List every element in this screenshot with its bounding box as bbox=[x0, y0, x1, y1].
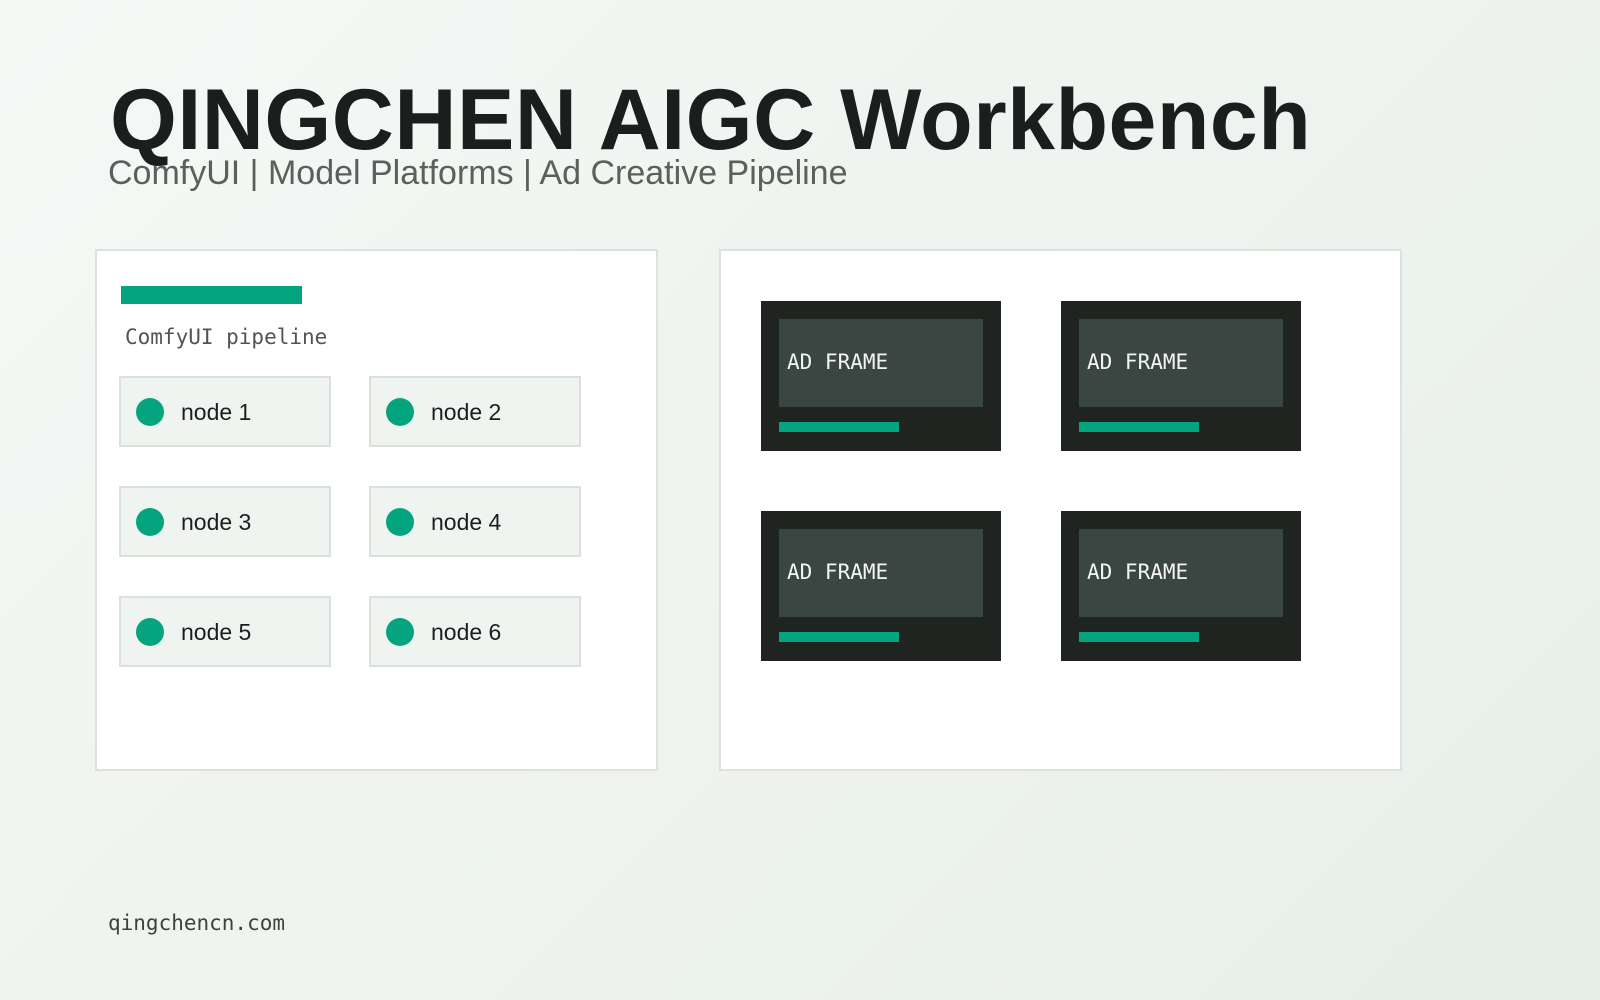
node-card-6[interactable]: node 6 bbox=[369, 596, 581, 667]
comfyui-pipeline-panel: ComfyUI pipeline node 1 node 2 node 3 no… bbox=[95, 249, 658, 771]
ad-frame-4[interactable]: AD FRAME bbox=[1061, 511, 1301, 661]
node-card-2[interactable]: node 2 bbox=[369, 376, 581, 447]
ad-frame-progress-bar bbox=[779, 422, 899, 432]
page-subtitle: ComfyUI | Model Platforms | Ad Creative … bbox=[108, 154, 848, 192]
node-card-1[interactable]: node 1 bbox=[119, 376, 331, 447]
ad-frame-1[interactable]: AD FRAME bbox=[761, 301, 1001, 451]
ad-frame-progress-bar bbox=[1079, 422, 1199, 432]
node-label: node 5 bbox=[181, 619, 252, 645]
node-label: node 4 bbox=[431, 509, 502, 535]
ad-frame-progress-bar bbox=[1079, 632, 1199, 642]
node-status-dot bbox=[386, 618, 414, 646]
ad-frames-panel: AD FRAME AD FRAME AD FRAME AD FRAME bbox=[719, 249, 1402, 771]
node-status-dot bbox=[386, 398, 414, 426]
node-status-dot bbox=[136, 618, 164, 646]
ad-frame-2[interactable]: AD FRAME bbox=[1061, 301, 1301, 451]
node-status-dot bbox=[136, 508, 164, 536]
node-card-4[interactable]: node 4 bbox=[369, 486, 581, 557]
node-label: node 2 bbox=[431, 399, 502, 425]
ad-frame-preview: AD FRAME bbox=[1079, 319, 1283, 407]
node-status-dot bbox=[136, 398, 164, 426]
ad-frame-label: AD FRAME bbox=[787, 560, 889, 584]
node-status-dot bbox=[386, 508, 414, 536]
node-card-3[interactable]: node 3 bbox=[119, 486, 331, 557]
ad-frame-label: AD FRAME bbox=[787, 350, 889, 374]
ad-frame-preview: AD FRAME bbox=[779, 529, 983, 617]
ad-frame-progress-bar bbox=[779, 632, 899, 642]
accent-bar bbox=[121, 286, 302, 304]
pipeline-label: ComfyUI pipeline bbox=[125, 325, 328, 349]
ad-frame-3[interactable]: AD FRAME bbox=[761, 511, 1001, 661]
node-label: node 1 bbox=[181, 399, 252, 425]
node-label: node 3 bbox=[181, 509, 252, 535]
ad-frame-preview: AD FRAME bbox=[779, 319, 983, 407]
ad-frame-preview: AD FRAME bbox=[1079, 529, 1283, 617]
footer-url[interactable]: qingchencn.com bbox=[108, 910, 285, 936]
node-card-5[interactable]: node 5 bbox=[119, 596, 331, 667]
ad-frame-label: AD FRAME bbox=[1087, 350, 1189, 374]
ad-frame-label: AD FRAME bbox=[1087, 560, 1189, 584]
node-label: node 6 bbox=[431, 619, 502, 645]
